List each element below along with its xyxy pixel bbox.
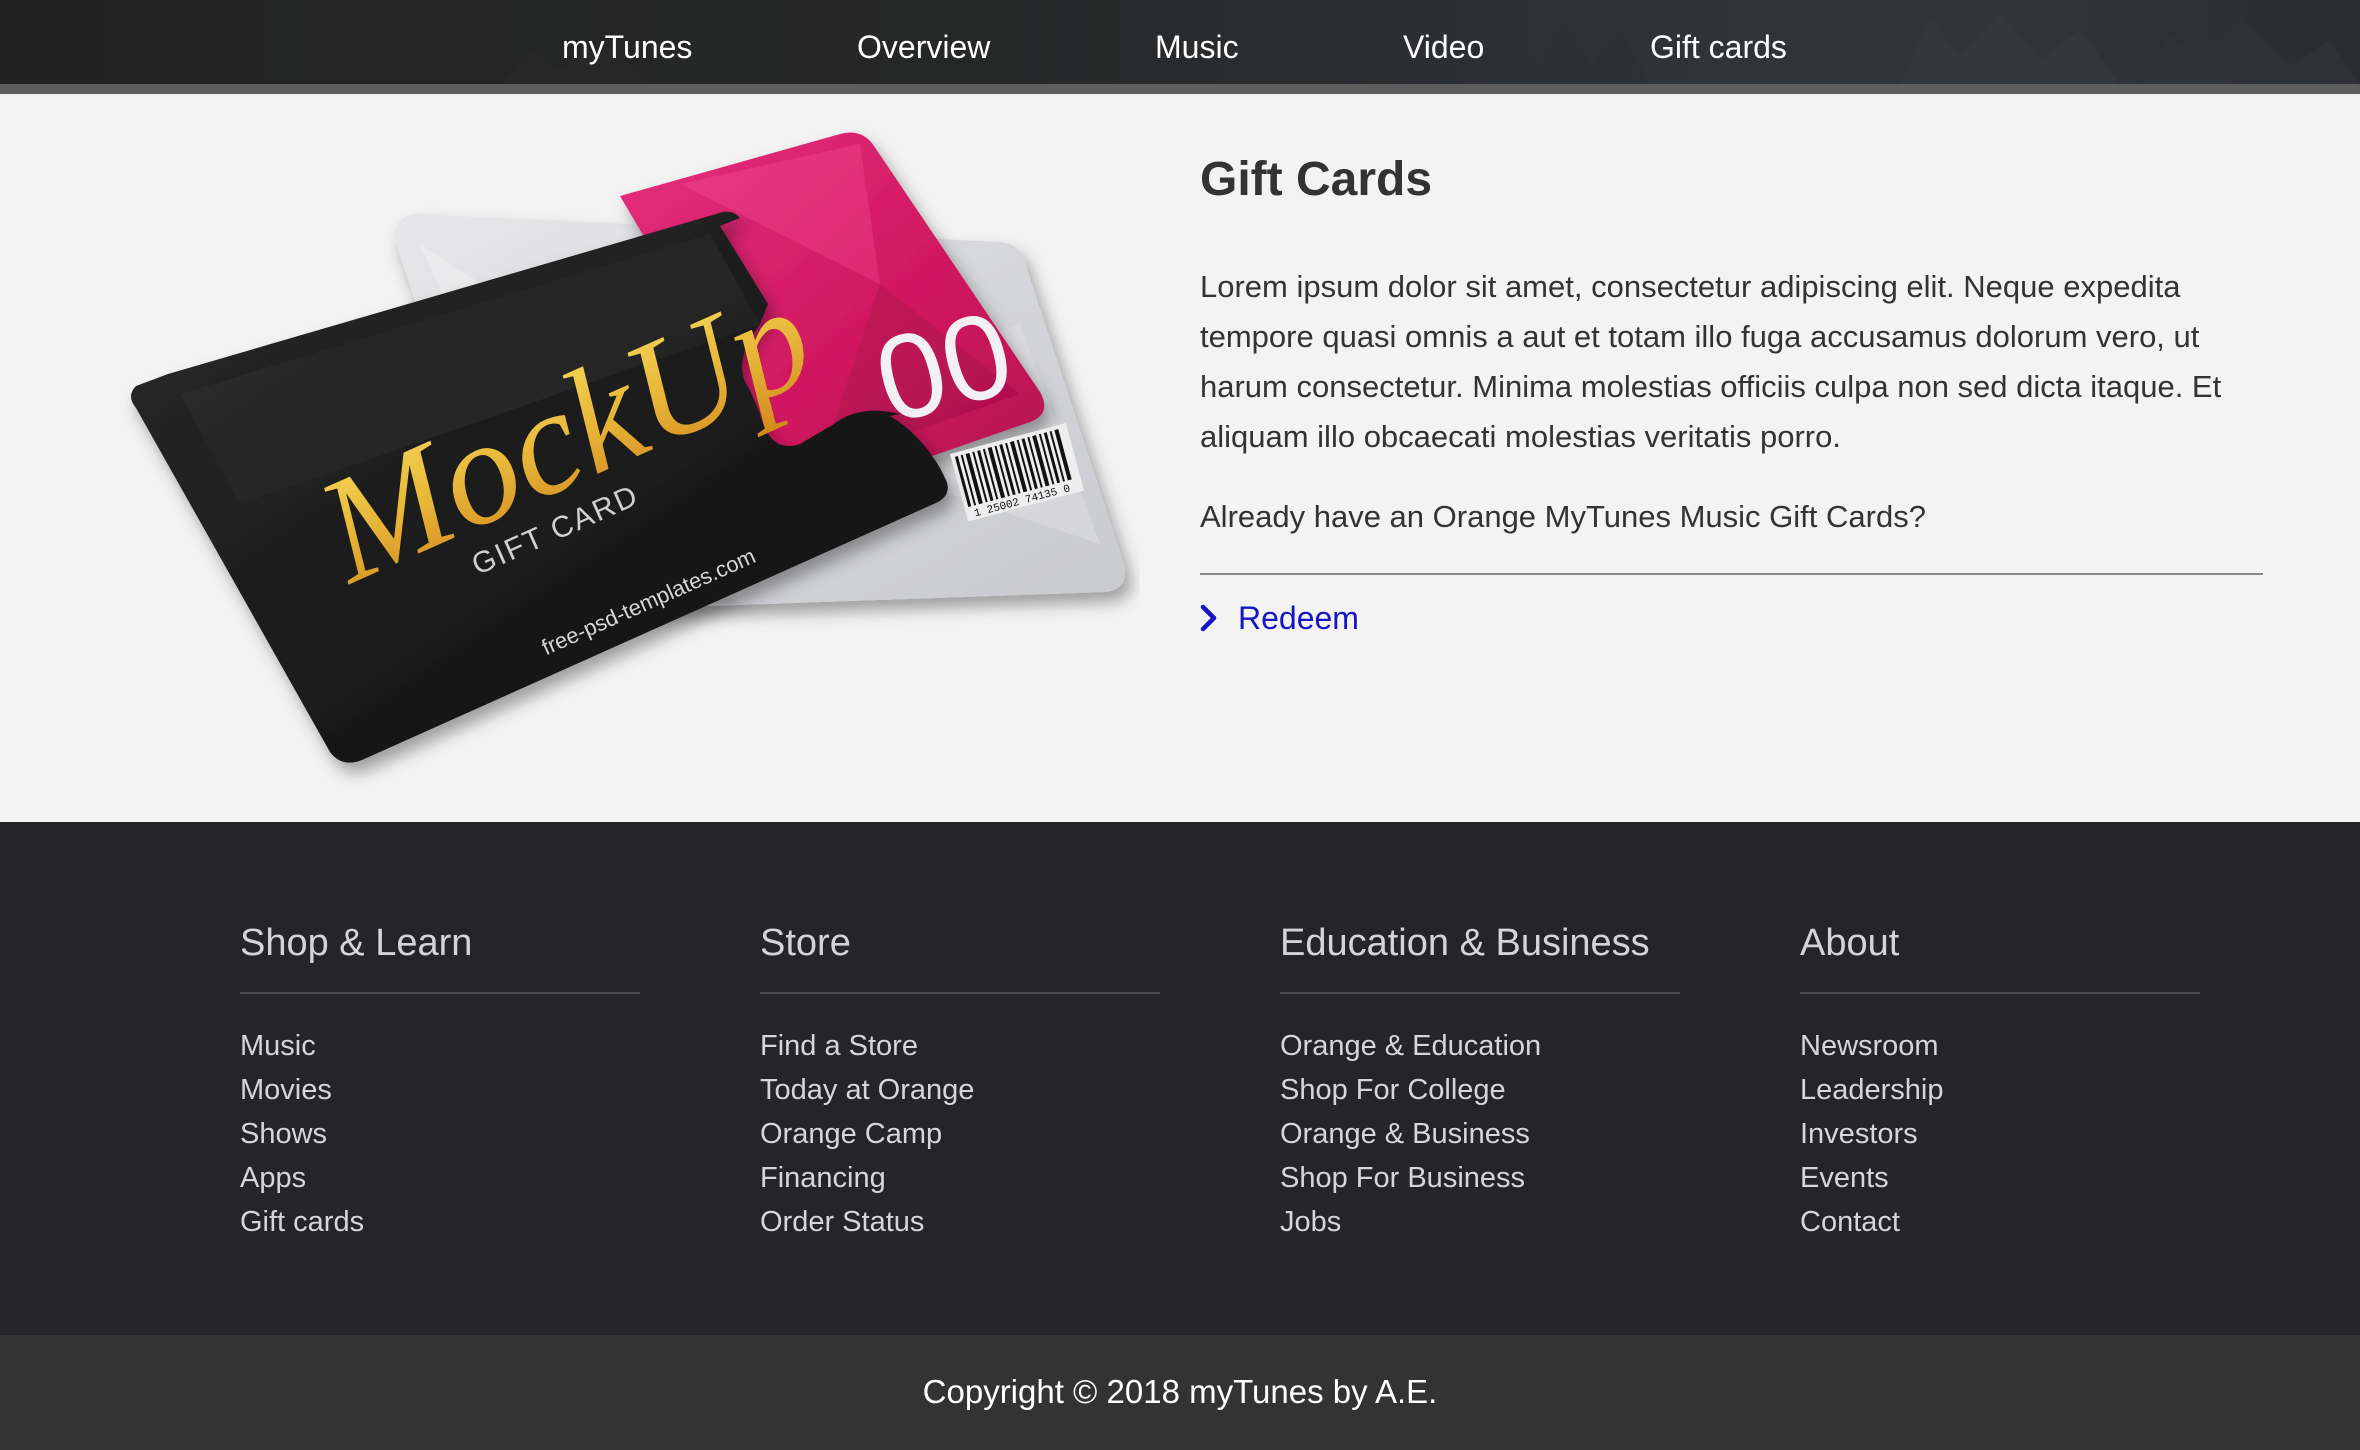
footer-link[interactable]: Shop For Business [1280, 1162, 1525, 1194]
redeem-question: Already have an Orange MyTunes Music Gif… [1200, 499, 1926, 534]
content-divider [1200, 573, 2263, 575]
footer-column-title: Shop & Learn [240, 922, 473, 964]
redeem-label: Redeem [1238, 599, 1359, 636]
footer-column-shop-learn: Shop & Learn Music Movies Shows Apps Gif… [240, 920, 640, 1244]
chevron-right-icon [1200, 604, 1217, 632]
copyright-text: Copyright © 2018 myTunes by A.E. [922, 1373, 1438, 1410]
footer-link[interactable]: Orange & Education [1280, 1030, 1541, 1062]
footer-column-divider [760, 992, 1160, 994]
nav-item-music[interactable]: Music [1155, 28, 1239, 66]
footer-column-divider [1280, 992, 1680, 994]
footer-link[interactable]: Shop For College [1280, 1074, 1506, 1106]
redeem-link[interactable]: Redeem [1200, 596, 1359, 640]
nav-item-mytunes[interactable]: myTunes [562, 28, 692, 66]
gift-card-mockup-image: 00 1 25002 74135 0 MockUp GIFT CARD free… [131, 132, 1126, 763]
footer-link[interactable]: Movies [240, 1074, 332, 1106]
footer-link[interactable]: Contact [1800, 1206, 1900, 1238]
footer-column-education-business: Education & Business Orange & Education … [1280, 920, 1680, 1244]
footer-link[interactable]: Find a Store [760, 1030, 918, 1062]
nav-item-video[interactable]: Video [1403, 28, 1484, 66]
footer-link[interactable]: Financing [760, 1162, 886, 1194]
footer-link[interactable]: Today at Orange [760, 1074, 974, 1106]
top-nav: myTunes Overview Music Video Gift cards [0, 0, 2360, 84]
footer-link[interactable]: Orange & Business [1280, 1118, 1530, 1150]
footer-link[interactable]: Jobs [1280, 1206, 1341, 1238]
footer-link[interactable]: Events [1800, 1162, 1889, 1194]
footer-link[interactable]: Investors [1800, 1118, 1918, 1150]
footer-link[interactable]: Orange Camp [760, 1118, 942, 1150]
footer-link[interactable]: Apps [240, 1162, 306, 1194]
footer-column-title: About [1800, 922, 1900, 964]
footer-column-store: Store Find a Store Today at Orange Orang… [760, 920, 1160, 1244]
footer-column-divider [1800, 992, 2200, 994]
footer-column-divider [240, 992, 640, 994]
footer-link[interactable]: Shows [240, 1118, 327, 1150]
footer-column-about: About Newsroom Leadership Investors Even… [1800, 920, 2200, 1244]
nav-item-gift-cards[interactable]: Gift cards [1650, 28, 1787, 66]
nav-item-overview[interactable]: Overview [857, 28, 990, 66]
footer-link[interactable]: Order Status [760, 1206, 924, 1238]
footer-link[interactable]: Music [240, 1030, 316, 1062]
footer-column-title: Store [760, 922, 851, 964]
footer-column-title: Education & Business [1280, 922, 1650, 964]
footer-link[interactable]: Gift cards [240, 1206, 364, 1238]
description-paragraph: Lorem ipsum dolor sit amet, consectetur … [1200, 269, 2222, 454]
footer-link[interactable]: Newsroom [1800, 1030, 1939, 1062]
nav-bottom-border [0, 84, 2360, 94]
footer-link[interactable]: Leadership [1800, 1074, 1944, 1106]
page-title: Gift Cards [1200, 153, 1433, 206]
